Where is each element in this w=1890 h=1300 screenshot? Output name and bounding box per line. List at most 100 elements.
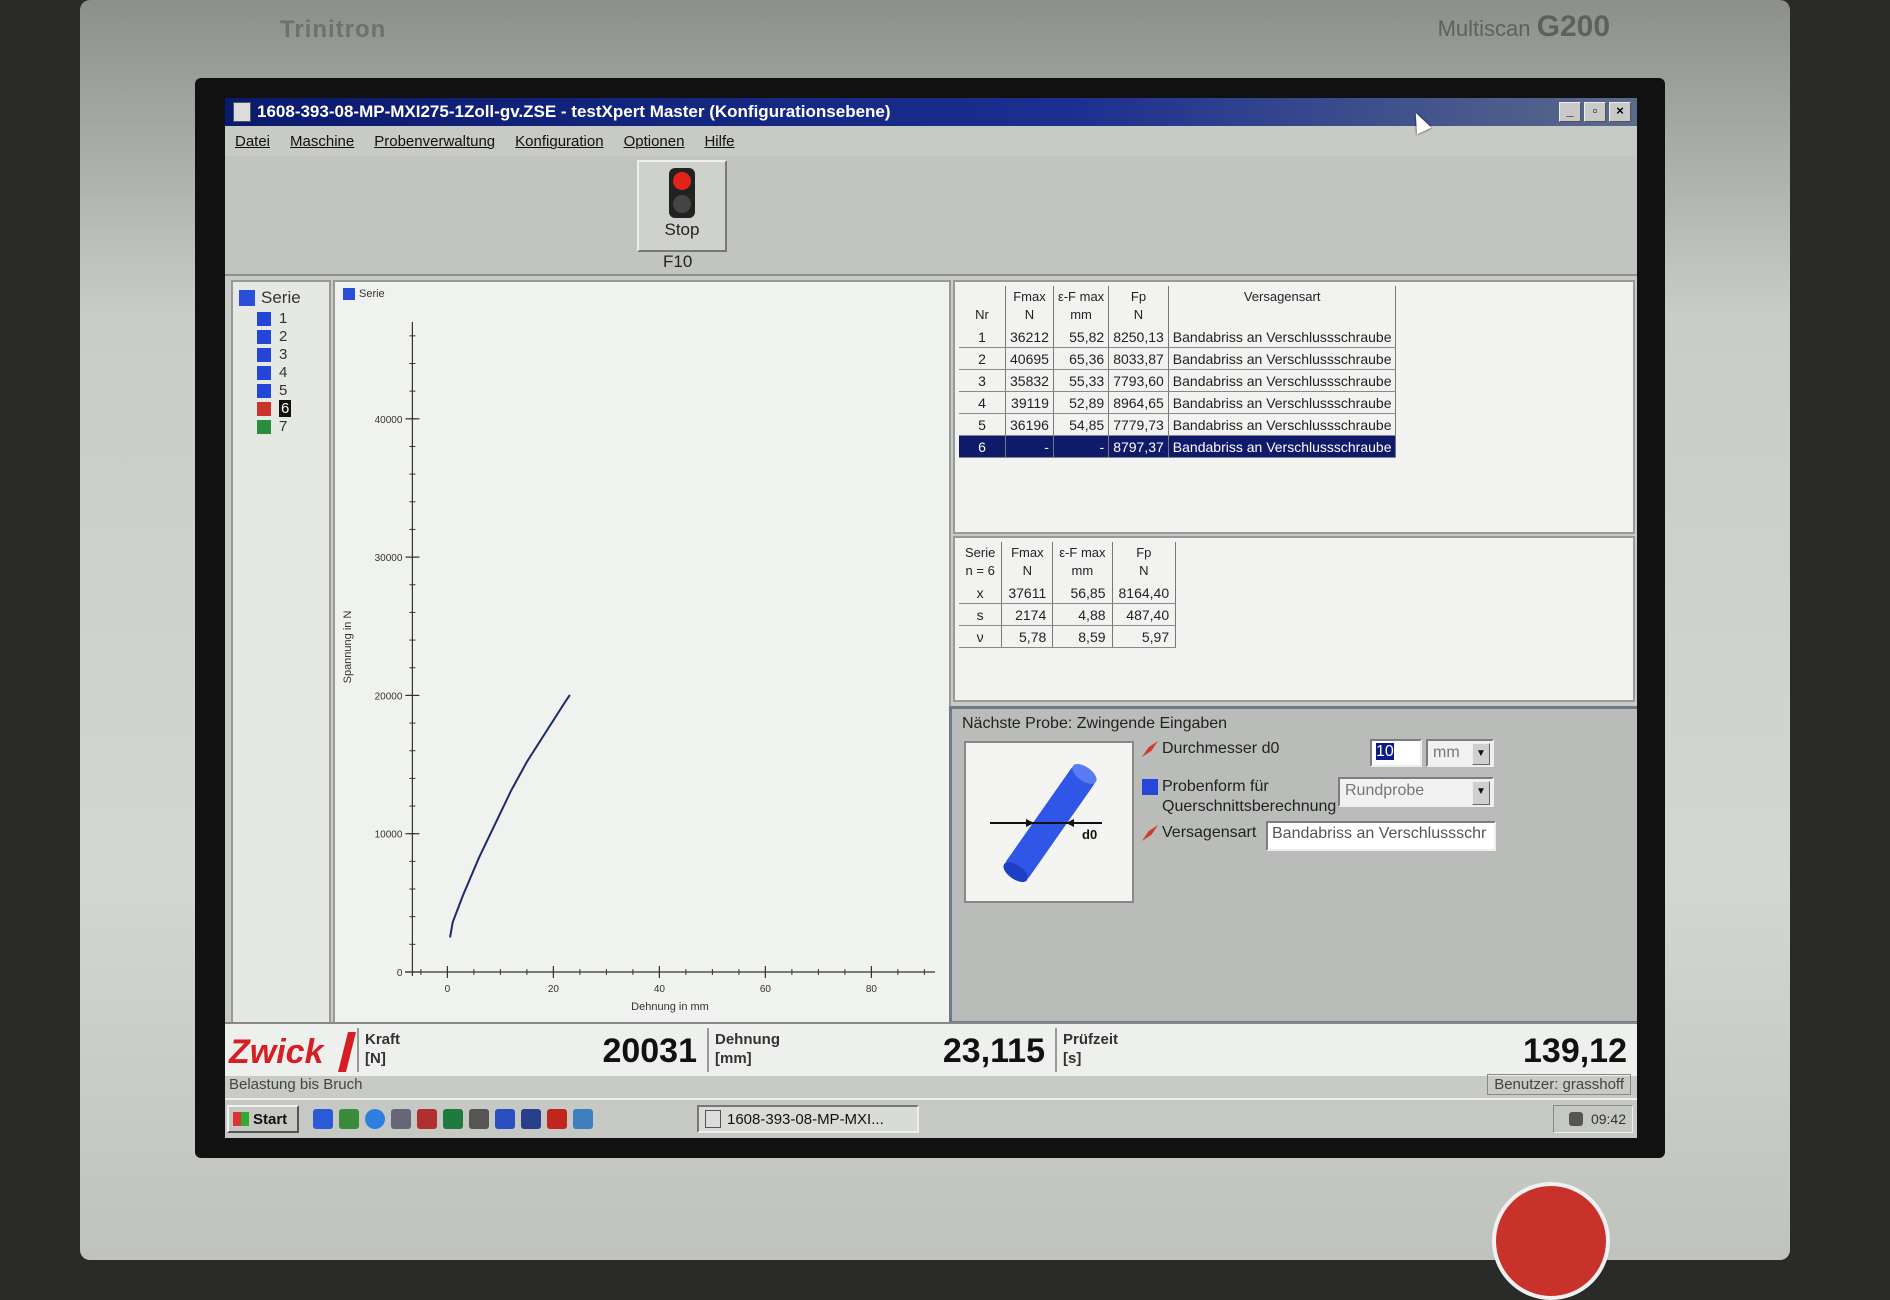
browser-icon[interactable] (365, 1109, 385, 1129)
toolbar: Stop F10 (225, 156, 1637, 276)
stat-value: 8164,40 (1112, 582, 1177, 604)
shape-label: Probenform für Querschnittsberechnung (1142, 777, 1336, 817)
shape-select[interactable]: Rundprobe ▼ (1338, 777, 1494, 807)
cell-nr: 1 (959, 326, 1006, 348)
cell-nr: 6 (959, 435, 1006, 458)
app-icon (233, 102, 251, 122)
stat-value: 56,85 (1052, 582, 1113, 604)
app-icon (705, 1110, 721, 1128)
cell-fmax: 40695 (1005, 347, 1054, 370)
tree-item[interactable]: 3 (257, 346, 287, 363)
y-tick-label: 20000 (375, 691, 403, 702)
quicklaunch-desktop-icon[interactable] (313, 1109, 333, 1129)
result-row[interactable]: 2 40695 65,36 8033,87 Bandabriss an Verschlu… (959, 347, 1397, 370)
cell-nr: 5 (959, 413, 1006, 436)
save-icon[interactable] (521, 1109, 541, 1129)
specimen-active-icon (257, 401, 271, 416)
menu-hilfe[interactable]: Hilfe (704, 133, 734, 150)
stop-button-label: Stop (664, 220, 700, 239)
stat-label: s (959, 603, 1003, 626)
tree-item[interactable]: 7 (257, 418, 287, 435)
quicklaunch-app-icon[interactable] (339, 1109, 359, 1129)
maximize-button[interactable]: ▫ (1584, 102, 1606, 122)
stat-header-fp: Fp N (1112, 542, 1177, 582)
specimen-icon (257, 383, 271, 398)
result-row[interactable]: 4 39119 52,89 8964,65 Bandabriss an Verschlu… (959, 391, 1397, 414)
quicklaunch-app-icon[interactable] (573, 1109, 593, 1129)
quicklaunch-app-icon[interactable] (469, 1109, 489, 1129)
menu-probenverwaltung[interactable]: Probenverwaltung (374, 133, 495, 150)
cell-fmax: 36196 (1005, 413, 1054, 436)
cell-versagensart: Bandabriss an Verschlussschraube (1168, 369, 1397, 392)
result-row[interactable]: 1 36212 55,82 8250,13 Bandabriss an Verschlu… (959, 326, 1397, 348)
cell-fmax: 39119 (1005, 391, 1054, 414)
stat-value: 37611 (1001, 582, 1054, 604)
traffic-light-icon (669, 168, 695, 218)
strain-readout: Dehnung [mm] 23,115 (707, 1028, 1055, 1072)
cell-fp: 8033,87 (1108, 347, 1169, 370)
cell-versagensart: Bandabriss an Verschlussschraube (1168, 435, 1397, 458)
excel-icon[interactable] (443, 1109, 463, 1129)
chart-tab[interactable]: Serie (343, 288, 385, 300)
stat-header-serie: Serie n = 6 (959, 542, 1003, 582)
stat-row: ν 5,78 8,59 5,97 (959, 625, 1177, 648)
sticker (1492, 1182, 1610, 1300)
cell-fmax: - (1005, 435, 1054, 458)
cell-nr: 2 (959, 347, 1006, 370)
cell-fp: 8964,65 (1108, 391, 1169, 414)
specimen-icon (257, 365, 271, 380)
menu-datei[interactable]: Datei (235, 133, 270, 150)
result-row[interactable]: 5 36196 54,85 7779,73 Bandabriss an Verschlu… (959, 413, 1397, 436)
specimen-icon (257, 311, 271, 326)
cell-fp: 7779,73 (1108, 413, 1169, 436)
stat-row: x 37611 56,85 8164,40 (959, 582, 1177, 604)
stat-label: ν (959, 625, 1003, 648)
menu-maschine[interactable]: Maschine (290, 133, 354, 150)
word-icon[interactable] (495, 1109, 515, 1129)
quicklaunch-app-icon[interactable] (547, 1109, 567, 1129)
result-row[interactable]: 3 35832 55,33 7793,60 Bandabriss an Verschlu… (959, 369, 1397, 392)
taskbar-window-button[interactable]: 1608-393-08-MP-MXI... (697, 1105, 919, 1133)
strain-value: 23,115 (942, 1032, 1045, 1070)
cell-eps: 55,33 (1053, 369, 1110, 392)
series-icon (239, 290, 255, 306)
x-tick-label: 0 (445, 984, 451, 995)
tree-item[interactable]: 2 (257, 328, 287, 345)
required-icon (1142, 825, 1158, 841)
stat-value: 5,78 (1001, 625, 1054, 648)
tree-item-selected[interactable]: 6 (257, 400, 292, 417)
failure-input[interactable]: Bandabriss an Verschlussschr (1266, 821, 1496, 851)
minimize-button[interactable]: _ (1559, 102, 1581, 122)
menu-konfiguration[interactable]: Konfiguration (515, 133, 603, 150)
tree-root[interactable]: Serie (239, 288, 301, 308)
chart-panel: 0 20 40 60 80 0 10000 20000 30000 40000 Dehnung in… (333, 280, 951, 1024)
col-header-fmax: Fmax N (1005, 286, 1054, 326)
tray-icon[interactable] (1568, 1112, 1583, 1126)
result-row[interactable]: 6- -8797,37 Bandabriss an Verschlussschrau… (959, 435, 1397, 458)
cell-versagensart: Bandabriss an Verschlussschraube (1168, 413, 1397, 436)
results-table: Nr Fmax N ε-F max mm Fp N Versagensart 1 362… (959, 286, 1397, 458)
diameter-input[interactable]: 10 (1370, 739, 1422, 767)
tree-item[interactable]: 4 (257, 364, 287, 381)
diameter-unit-select[interactable]: mm ▼ (1426, 739, 1494, 767)
tree-item[interactable]: 1 (257, 310, 287, 327)
menu-optionen[interactable]: Optionen (624, 133, 685, 150)
cell-nr: 4 (959, 391, 1006, 414)
force-strain-curve (449, 694, 571, 938)
quicklaunch-app-icon[interactable] (417, 1109, 437, 1129)
close-button[interactable]: × (1609, 102, 1631, 122)
stat-row: s 2174 4,88 487,40 (959, 603, 1177, 626)
col-header-eps: ε-F max mm (1053, 286, 1110, 326)
tree-item[interactable]: 5 (257, 382, 287, 399)
monitor-brand: Trinitron (280, 16, 387, 43)
y-tick-label: 30000 (375, 553, 403, 564)
specimen-pending-icon (257, 419, 271, 434)
x-tick-label: 40 (654, 984, 666, 995)
stop-button[interactable]: Stop (637, 160, 727, 252)
monitor-model: Multiscan G200 (1437, 10, 1610, 43)
cell-eps: 54,85 (1053, 413, 1110, 436)
stat-value: 8,59 (1052, 625, 1113, 648)
cell-fmax: 36212 (1005, 326, 1054, 348)
quicklaunch-app-icon[interactable] (391, 1109, 411, 1129)
start-button[interactable]: Start (227, 1105, 299, 1133)
